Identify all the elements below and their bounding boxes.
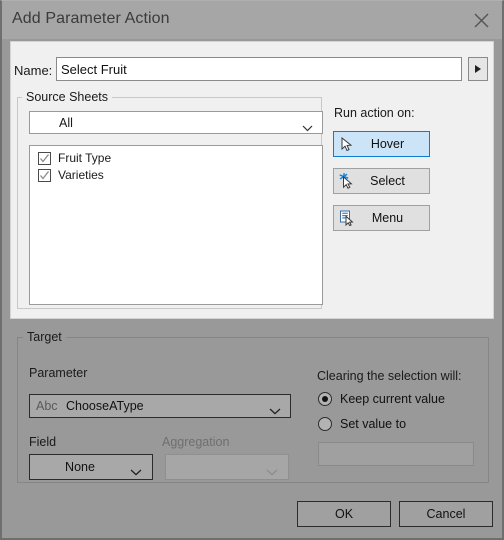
name-input[interactable] [56,57,462,81]
radio-keep-current-value-label: Keep current value [340,392,445,406]
dialog-titlebar: Add Parameter Action [2,1,502,39]
field-dropdown[interactable]: None [29,454,153,480]
parameter-type-prefix: Abc [36,399,58,413]
checkbox-checked-icon[interactable] [38,152,51,165]
chevron-down-icon [269,402,281,420]
dialog-title: Add Parameter Action [12,10,170,27]
radio-set-value-to-label: Set value to [340,417,407,431]
ok-button[interactable]: OK [297,501,391,527]
aggregation-dropdown [165,454,289,480]
source-sheets-list[interactable]: Fruit Type Varieties [29,145,323,305]
chevron-down-icon [130,463,142,481]
name-label: Name: [14,63,53,78]
cancel-button-label: Cancel [426,507,466,521]
source-sheets-dropdown-value: All [59,116,73,130]
set-value-input[interactable] [318,442,474,466]
chevron-down-icon [266,463,278,481]
target-group-label: Target [23,330,66,344]
ok-button-label: OK [334,507,354,521]
source-sheets-group-label: Source Sheets [22,90,112,104]
run-action-select-button[interactable]: Select [333,168,430,194]
radio-selected-icon [318,392,332,406]
parameter-label: Parameter [29,366,88,380]
field-label: Field [29,435,57,449]
checkbox-checked-icon[interactable] [38,169,51,182]
cancel-button[interactable]: Cancel [399,501,493,527]
run-action-on-label: Run action on: [334,106,415,120]
run-action-menu-label: Menu [371,211,404,225]
add-parameter-action-dialog: Add Parameter Action Name: Source Sheets… [0,0,504,540]
list-item-label: Varieties [58,168,104,182]
triangle-right-icon[interactable] [468,57,488,81]
run-action-select-label: Select [370,174,405,188]
list-item[interactable]: Fruit Type [30,150,322,167]
run-action-hover-label: Hover [370,137,405,151]
clearing-selection-label: Clearing the selection will: [317,369,462,383]
close-icon[interactable] [466,6,496,34]
radio-set-value-to[interactable]: Set value to [318,417,406,431]
chevron-down-icon [302,119,313,137]
radio-unselected-icon [318,417,332,431]
run-action-hover-button[interactable]: Hover [333,131,430,157]
list-item-label: Fruit Type [58,151,112,165]
parameter-dropdown-value: ChooseAType [66,399,144,413]
list-item[interactable]: Varieties [30,167,322,184]
radio-keep-current-value[interactable]: Keep current value [318,392,445,406]
parameter-dropdown[interactable]: Abc ChooseAType [29,394,291,418]
source-sheets-dropdown[interactable]: All [29,111,323,134]
run-action-menu-button[interactable]: Menu [333,205,430,231]
cursor-menu-list-icon [334,210,360,226]
cursor-arrow-icon [334,136,360,152]
aggregation-label: Aggregation [162,435,230,449]
cursor-sparkle-select-icon [334,173,360,189]
